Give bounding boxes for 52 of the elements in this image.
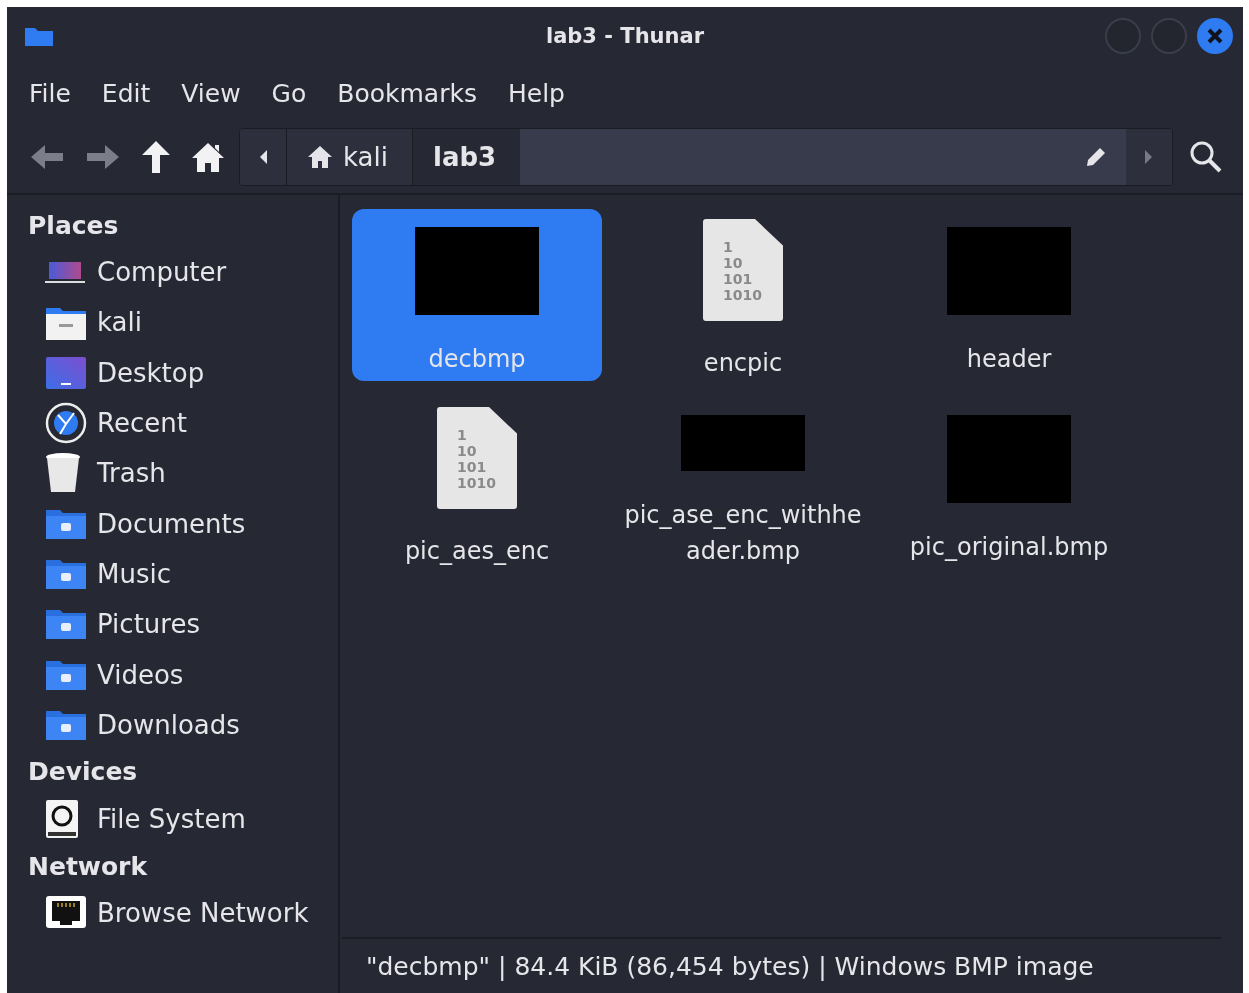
file-tile[interactable]: pic_original.bmp (884, 397, 1134, 569)
home-icon (307, 145, 333, 169)
edit-icon (1084, 145, 1108, 169)
status-text: "decbmp" | 84.4 KiB (86,454 bytes) | Windows BMP image (366, 951, 1094, 981)
sidebar-item[interactable]: Computer (28, 247, 338, 298)
sidebar-item[interactable]: Music (28, 548, 338, 600)
desktop-icon (45, 355, 87, 390)
sidebar-item[interactable]: Trash (28, 448, 338, 499)
folder-icon (45, 708, 87, 741)
menu-item[interactable]: View (181, 78, 241, 108)
file-tile[interactable]: header (884, 209, 1134, 381)
folder-icon (25, 26, 53, 46)
menu-item[interactable]: File (29, 78, 71, 108)
folder-icon (45, 557, 87, 590)
folder-icon (45, 608, 87, 641)
window-title: lab3 - Thunar (545, 24, 705, 48)
trash-icon (45, 452, 81, 495)
search-icon (1189, 140, 1223, 174)
sidebar-item[interactable]: Browse Network (28, 888, 338, 939)
scroll-left-button[interactable] (240, 129, 286, 185)
menu-item[interactable]: Edit (101, 78, 151, 108)
sidebar-item[interactable]: Downloads (28, 699, 338, 750)
menu-item[interactable]: Bookmarks (337, 78, 477, 108)
folder-icon (45, 658, 87, 691)
folder-icon (45, 507, 87, 540)
drive-icon (45, 799, 79, 840)
sidebar-item[interactable]: Recent (28, 397, 338, 449)
binary-file-icon: 1 10 101 1010 (703, 219, 783, 321)
location-field[interactable] (520, 129, 1126, 185)
close-button[interactable] (1197, 18, 1233, 54)
sidebar-item[interactable]: Pictures (28, 599, 338, 650)
close-icon (1206, 27, 1224, 45)
breadcrumb[interactable]: kali (286, 129, 412, 185)
binary-file-icon: 1 10 101 1010 (437, 407, 517, 509)
menu-item[interactable]: Go (271, 78, 307, 108)
sidebar-item[interactable]: Documents (28, 498, 338, 549)
clock-icon (45, 402, 87, 445)
menu-item[interactable]: Help (507, 78, 565, 108)
section-heading: Devices (28, 756, 139, 789)
section-heading: Network (28, 850, 149, 883)
file-tile[interactable]: pic_ase_enc_withheader.bmp (618, 397, 868, 569)
file-tile[interactable]: 1 10 101 1010 pic_aes_enc (352, 397, 602, 569)
computer-icon (45, 260, 85, 285)
sidebar-item[interactable]: kali (28, 297, 338, 348)
sidebar-item[interactable]: File System (28, 793, 338, 845)
file-tile[interactable]: 1 10 101 1010 encpic (618, 209, 868, 381)
right-caret-icon (1144, 149, 1154, 165)
section-heading: Places (28, 209, 120, 242)
sidebar-item[interactable]: Desktop (28, 347, 338, 398)
breadcrumb[interactable]: lab3 (412, 129, 521, 185)
sidebar-item[interactable]: Videos (28, 649, 338, 700)
left-caret-icon (258, 149, 268, 165)
